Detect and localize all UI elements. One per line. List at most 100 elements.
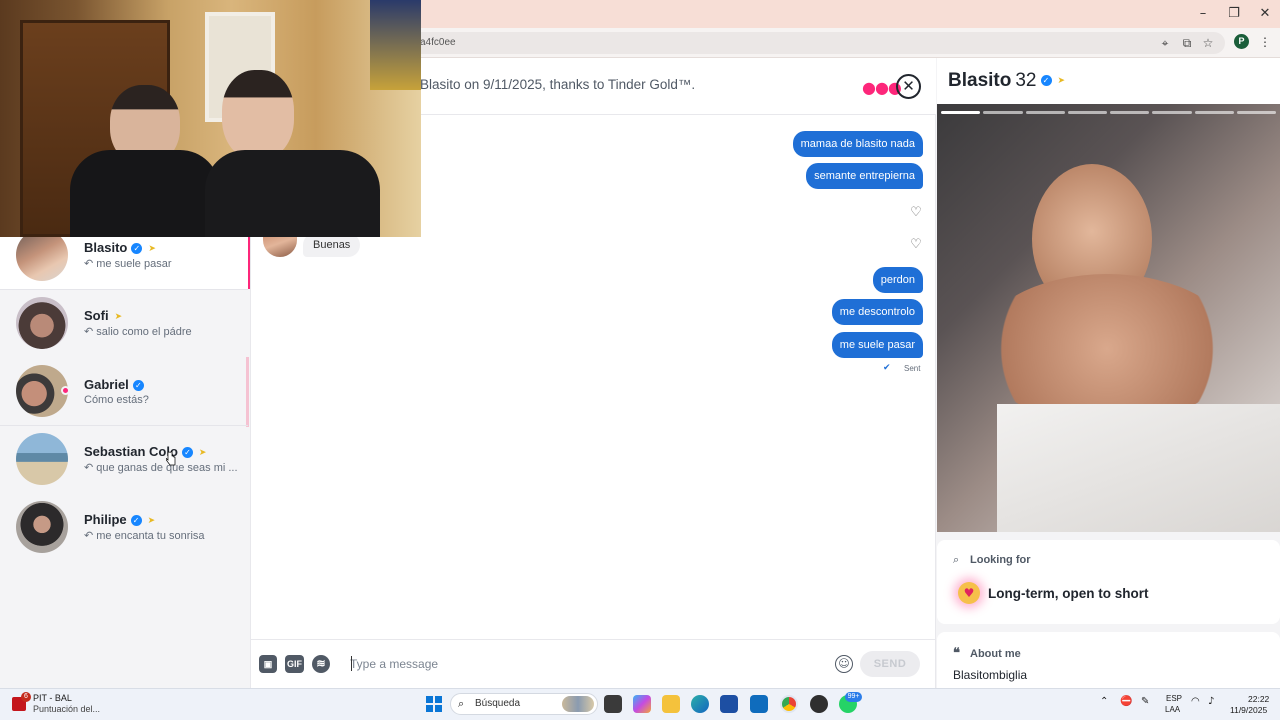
- match-name: Sofi ➤: [84, 308, 123, 323]
- message-bubble-out[interactable]: perdon: [872, 267, 923, 293]
- profile-photo[interactable]: [937, 104, 1280, 532]
- restore-button[interactable]: ❐: [1219, 4, 1249, 24]
- chat-match-notice: Blasito on 9/11/2025, thanks to Tinder G…: [420, 77, 696, 92]
- file-explorer-icon[interactable]: [662, 695, 680, 713]
- match-name: Blasito ✓ ➤: [84, 240, 156, 255]
- url-text[interactable]: a4fc0ee: [420, 35, 456, 51]
- avatar: [16, 501, 68, 553]
- person-body-right: [205, 150, 380, 237]
- chevron-up-icon[interactable]: ⌃: [1100, 696, 1108, 707]
- verified-icon: ✓: [131, 243, 143, 255]
- contact-card-icon[interactable]: ▣: [259, 655, 277, 673]
- close-chat-button[interactable]: ✕: [896, 74, 921, 99]
- message-bubble-out[interactable]: me suele pasar: [831, 332, 923, 358]
- browser-profile-avatar[interactable]: P: [1234, 34, 1249, 49]
- match-preview: ↶ me encanta tu sonrisa: [84, 530, 205, 542]
- text-caret: [351, 656, 352, 671]
- notification-badge: 6: [21, 692, 31, 702]
- volume-icon[interactable]: ♪: [1208, 696, 1214, 707]
- search-icon: ⌕: [953, 553, 960, 566]
- profile-age: 32: [1015, 70, 1037, 91]
- avatar: [16, 433, 68, 485]
- gif-button[interactable]: GIF: [285, 655, 304, 673]
- gold-icon: ➤: [114, 311, 123, 322]
- looking-for-card: [937, 540, 1280, 624]
- profile-name: Blasito 32 ✓ ➤: [948, 70, 1066, 91]
- task-view-icon[interactable]: [604, 695, 622, 713]
- photo-torso: [977, 274, 1237, 424]
- poster: [370, 0, 421, 90]
- message-bubble-out[interactable]: semante entrepierna: [806, 163, 923, 189]
- match-preview: ↶ me suele pasar: [84, 258, 172, 270]
- photo-indicator-bar[interactable]: [941, 111, 981, 114]
- mouse-cursor-icon: [166, 451, 176, 466]
- looking-for-label: Looking for: [970, 554, 1031, 566]
- gold-icon: ➤: [147, 515, 156, 526]
- pen-icon[interactable]: ✎: [1141, 696, 1149, 707]
- online-indicator: [61, 386, 70, 395]
- browser-menu-icon[interactable]: ⋮: [1258, 34, 1272, 50]
- sent-status: Sent: [904, 364, 921, 373]
- close-window-button[interactable]: ✕: [1250, 4, 1280, 24]
- widget-subtitle[interactable]: Puntuación del...: [33, 704, 100, 714]
- photo-indicator-bar[interactable]: [1236, 111, 1276, 114]
- minimize-button[interactable]: –: [1188, 4, 1218, 24]
- divider: [0, 425, 248, 426]
- spotify-icon[interactable]: ≋: [312, 655, 330, 673]
- send-button[interactable]: SEND: [860, 651, 920, 677]
- avatar: [16, 297, 68, 349]
- photo-indicator-bar[interactable]: [1110, 111, 1150, 114]
- gold-icon: ➤: [198, 447, 207, 458]
- photo-indicator-bar[interactable]: [1152, 111, 1192, 114]
- like-heart-icon[interactable]: ♡: [909, 206, 923, 220]
- person-body-left: [70, 150, 220, 237]
- taskbar-search-placeholder[interactable]: Búsqueda: [475, 698, 520, 709]
- search-icon: ⌕: [458, 697, 465, 710]
- verified-icon: ✓: [1040, 75, 1052, 87]
- wifi-icon[interactable]: ◠: [1191, 696, 1200, 707]
- copilot-icon[interactable]: [633, 695, 651, 713]
- windows-start-icon[interactable]: [426, 696, 442, 712]
- input-language[interactable]: ESP: [1166, 694, 1182, 703]
- bookmark-star-icon[interactable]: ☆: [1200, 35, 1216, 51]
- webcam-overlay: [0, 0, 421, 237]
- gold-icon: ➤: [1057, 75, 1066, 86]
- clock-time[interactable]: 22:22: [1248, 694, 1269, 704]
- about-me-value: Blasitombiglia: [953, 668, 1028, 682]
- message-input[interactable]: [350, 654, 820, 674]
- store-icon[interactable]: [720, 695, 738, 713]
- photo-indicator-bar[interactable]: [1067, 111, 1107, 114]
- tray-app-icon[interactable]: ⛔: [1120, 696, 1132, 707]
- verified-icon: ✓: [130, 515, 142, 527]
- widget-title[interactable]: PIT - BAL: [33, 693, 72, 703]
- input-layout[interactable]: LAA: [1165, 705, 1180, 714]
- gold-icon: ➤: [148, 243, 156, 254]
- edge-icon[interactable]: [691, 695, 709, 713]
- match-preview: ↶ que ganas de que seas mi ...: [84, 462, 238, 474]
- photo-sheet: [997, 404, 1280, 532]
- photo-indicator-bar[interactable]: [1194, 111, 1234, 114]
- match-name: Sebastian Colo ✓ ➤: [84, 444, 207, 459]
- address-bar[interactable]: [410, 32, 1225, 54]
- message-bubble-out[interactable]: mamaa de blasito nada: [792, 131, 923, 157]
- looking-for-value: Long-term, open to short: [988, 586, 1149, 601]
- like-heart-icon[interactable]: ♡: [909, 238, 923, 252]
- verified-icon: ✓: [132, 380, 144, 392]
- heart-eyes-emoji-icon: ♥: [958, 582, 980, 604]
- clock-date[interactable]: 11/9/2025: [1230, 705, 1267, 715]
- photo-indicator-bar[interactable]: [1025, 111, 1065, 114]
- message-bubble-out[interactable]: me descontrolo: [831, 299, 923, 325]
- chrome-icon[interactable]: [780, 695, 798, 713]
- search-highlight-image[interactable]: [562, 696, 594, 712]
- divider: [0, 289, 248, 290]
- app-icon[interactable]: [810, 695, 828, 713]
- location-icon[interactable]: ⌖: [1157, 35, 1173, 51]
- whatsapp-badge: 99+: [845, 692, 862, 702]
- about-me-label: About me: [970, 648, 1021, 660]
- quote-icon: ❝: [953, 646, 960, 661]
- photo-indicator-bar[interactable]: [983, 111, 1023, 114]
- outlook-icon[interactable]: [750, 695, 768, 713]
- emoji-icon[interactable]: ☺: [835, 655, 853, 673]
- person-head-right: [222, 70, 294, 160]
- install-app-icon[interactable]: ⧉: [1179, 35, 1195, 51]
